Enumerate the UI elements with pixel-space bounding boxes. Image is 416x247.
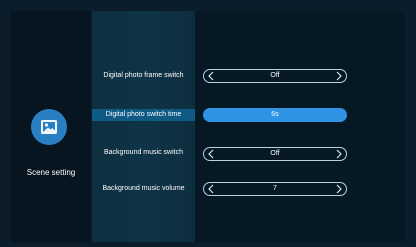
photo-frame-switch-selector[interactable]: Off xyxy=(203,69,347,83)
settings-value-column xyxy=(195,11,405,242)
sidebar-item-label[interactable]: Scene setting xyxy=(11,168,91,177)
background-music-volume-value: 7 xyxy=(273,185,277,192)
photo-switch-time-selector[interactable]: 6s xyxy=(203,108,347,122)
setting-label-background-music-switch: Background music switch xyxy=(104,149,183,156)
chevron-right-icon[interactable] xyxy=(336,183,342,195)
background-music-switch-selector[interactable]: Off xyxy=(203,147,347,161)
background-music-volume-selector[interactable]: 7 xyxy=(203,182,347,196)
settings-label-column xyxy=(92,11,195,242)
chevron-right-icon[interactable] xyxy=(336,148,342,160)
background-music-switch-value: Off xyxy=(270,150,280,157)
app-window: Scene setting Digital photo frame switch… xyxy=(11,11,405,242)
setting-label-photo-frame-switch: Digital photo frame switch xyxy=(103,72,184,79)
setting-label-photo-switch-time[interactable]: Digital photo switch time xyxy=(92,109,195,121)
setting-label-background-music-volume: Background music volume xyxy=(102,185,185,192)
chevron-left-icon[interactable] xyxy=(208,148,214,160)
chevron-right-icon[interactable] xyxy=(336,70,342,82)
chevron-left-icon[interactable] xyxy=(208,70,214,82)
sidebar-item-scene-setting-icon[interactable] xyxy=(31,109,67,145)
photo-frame-switch-value: Off xyxy=(270,72,280,79)
picture-icon xyxy=(41,120,57,134)
photo-switch-time-value: 6s xyxy=(271,111,279,118)
chevron-left-icon[interactable] xyxy=(208,183,214,195)
